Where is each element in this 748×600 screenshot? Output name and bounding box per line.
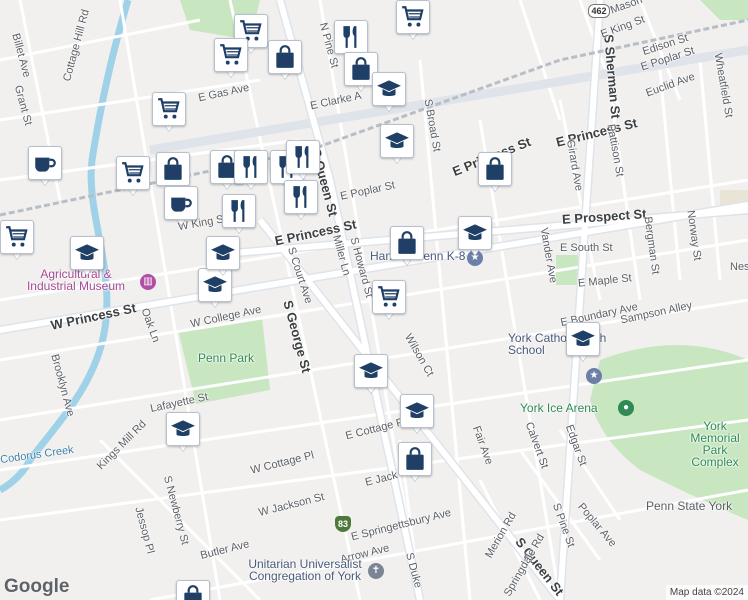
school-icon: [458, 216, 492, 250]
shopping-cart-pin[interactable]: [0, 220, 34, 262]
shopping-cart-icon: [116, 156, 150, 190]
church-icon: ✝: [368, 563, 384, 579]
school-pin[interactable]: [70, 236, 104, 278]
school-icon: [400, 394, 434, 428]
shopping-bag-icon: [478, 152, 512, 186]
restaurant-icon: [222, 194, 256, 228]
coffee-icon: [28, 146, 62, 180]
street-label: E South St: [560, 242, 613, 254]
coffee-pin[interactable]: [164, 186, 198, 228]
school-pin[interactable]: [372, 72, 406, 114]
school-pin[interactable]: [400, 394, 434, 436]
restaurant-icon: [286, 140, 320, 174]
google-logo[interactable]: Google: [4, 576, 69, 598]
map-credit[interactable]: Map data ©2024: [665, 585, 748, 600]
school-pin[interactable]: [206, 236, 240, 278]
shopping-cart-pin[interactable]: [372, 280, 406, 322]
museum-icon: ▥: [140, 274, 156, 290]
restaurant-icon: [284, 180, 318, 214]
shopping-cart-icon: [396, 0, 430, 34]
map-canvas[interactable]: E Princess St E Princess St E Prospect S…: [0, 0, 748, 600]
restaurant-pin[interactable]: [222, 194, 256, 236]
coffee-icon: [164, 186, 198, 220]
unitarian-label[interactable]: Unitarian Universalist Congregation of Y…: [230, 558, 380, 582]
school-icon: [566, 322, 600, 356]
school-icon: [372, 72, 406, 106]
school-icon: [206, 236, 240, 270]
york-memorial-label[interactable]: York Memorial Park Complex: [680, 420, 748, 468]
arena-icon: ●: [618, 400, 634, 416]
school-pin[interactable]: [458, 216, 492, 258]
shopping-bag-icon: [176, 580, 210, 600]
restaurant-pin[interactable]: [234, 150, 268, 192]
restaurant-pin[interactable]: [286, 140, 320, 182]
shopping-cart-icon: [152, 92, 186, 126]
penn-state-york-label[interactable]: Penn State York: [646, 500, 732, 512]
street-label: Nes: [730, 261, 748, 273]
shopping-bag-icon: [268, 40, 302, 74]
restaurant-icon: [234, 150, 268, 184]
school-icon: [70, 236, 104, 270]
route-83-shield: 83: [335, 516, 351, 532]
school-pin[interactable]: [166, 412, 200, 454]
shopping-bag-icon: [398, 442, 432, 476]
ne-park-area: [700, 0, 748, 20]
shopping-bag-pin[interactable]: [398, 442, 432, 484]
shopping-cart-icon: [0, 220, 34, 254]
restaurant-pin[interactable]: [284, 180, 318, 222]
school-icon: [166, 412, 200, 446]
school-dot-icon: ★: [586, 368, 602, 384]
school-pin[interactable]: [566, 322, 600, 364]
school-pin[interactable]: [380, 124, 414, 166]
shopping-cart-pin[interactable]: [152, 92, 186, 134]
route-462-shield: 462: [588, 4, 610, 18]
shopping-bag-pin[interactable]: [478, 152, 512, 194]
shopping-cart-pin[interactable]: [214, 38, 248, 80]
penn-park-label[interactable]: Penn Park: [198, 352, 254, 364]
shopping-cart-icon: [372, 280, 406, 314]
shopping-bag-pin[interactable]: [268, 40, 302, 82]
shopping-bag-icon: [390, 226, 424, 260]
school-icon: [354, 354, 388, 388]
shopping-cart-pin[interactable]: [116, 156, 150, 198]
shopping-bag-pin[interactable]: [390, 226, 424, 268]
shopping-bag-pin[interactable]: [176, 580, 210, 600]
school-icon: [380, 124, 414, 158]
coffee-pin[interactable]: [28, 146, 62, 188]
shopping-bag-icon: [156, 152, 190, 186]
shopping-cart-pin[interactable]: [396, 0, 430, 42]
york-ice-arena-label[interactable]: York Ice Arena: [520, 402, 598, 414]
shopping-cart-icon: [214, 38, 248, 72]
school-pin[interactable]: [354, 354, 388, 396]
restaurant-icon: [334, 20, 368, 54]
